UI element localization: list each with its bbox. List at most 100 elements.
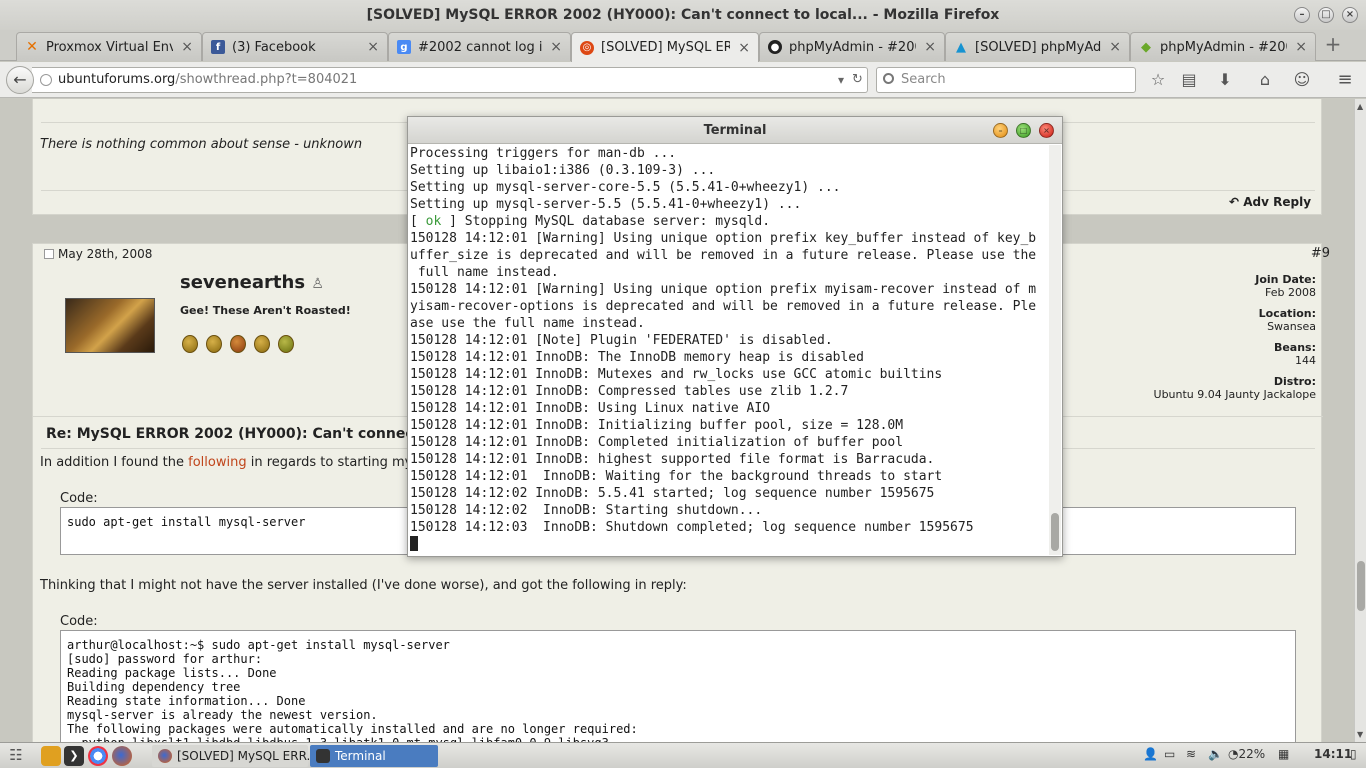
close-tab-icon[interactable]: ×: [367, 39, 379, 55]
scroll-down-icon[interactable]: ▼: [1357, 730, 1363, 739]
close-tab-icon[interactable]: ×: [924, 39, 936, 55]
terminal-scrollbar[interactable]: [1049, 145, 1061, 555]
task-firefox[interactable]: [SOLVED] MySQL ERR...: [152, 745, 318, 767]
reputation-beans: [182, 335, 294, 353]
tab-phpmyadmin-sourceforge[interactable]: ◆ phpMyAdmin - #200... ×: [1130, 32, 1316, 61]
tab-label: #2002 cannot log in t...: [418, 39, 543, 55]
terminal-window[interactable]: Terminal – □ × Processing triggers for m…: [407, 116, 1063, 557]
window-titlebar: [SOLVED] MySQL ERROR 2002 (HY000): Can't…: [0, 0, 1366, 30]
terminal-output[interactable]: Processing triggers for man-db ... Setti…: [410, 145, 1048, 555]
distro-label: Distro:: [1273, 375, 1316, 388]
bean-icon: [230, 335, 246, 353]
volume-icon[interactable]: 🔈: [1208, 747, 1223, 761]
reading-list-icon[interactable]: ▤: [1178, 70, 1200, 90]
post-number[interactable]: #9: [1311, 246, 1330, 261]
terminal-cursor: [410, 536, 418, 551]
scroll-up-icon[interactable]: ▲: [1357, 102, 1363, 111]
back-button[interactable]: ←: [6, 66, 34, 94]
user-icon[interactable]: 👤: [1143, 747, 1158, 761]
close-tab-icon[interactable]: ×: [181, 39, 193, 55]
tab-google-search[interactable]: g #2002 cannot log in t... ×: [388, 32, 571, 61]
menu-launcher-icon[interactable]: ☷: [6, 746, 26, 766]
join-date-label: Join Date:: [1255, 273, 1316, 286]
home-icon[interactable]: ⌂: [1254, 70, 1276, 90]
close-tab-icon[interactable]: ×: [1109, 39, 1121, 55]
minimize-window-button[interactable]: –: [1294, 7, 1310, 23]
page-scrollbar[interactable]: ▲ ▼: [1354, 99, 1366, 742]
proxmox-icon: ✕: [26, 39, 38, 55]
terminal-lines: 150128 14:12:01 [Warning] Using unique o…: [410, 231, 1037, 535]
close-tab-icon[interactable]: ×: [1295, 39, 1307, 55]
close-tab-icon[interactable]: ×: [738, 40, 750, 56]
clock[interactable]: 14:11: [1314, 747, 1352, 761]
paragraph-text: In addition I found the: [40, 455, 189, 470]
terminal-text: [: [410, 214, 426, 229]
task-terminal[interactable]: Terminal: [310, 745, 438, 767]
display-icon[interactable]: ▭: [1164, 747, 1175, 761]
close-window-button[interactable]: ×: [1342, 7, 1358, 23]
globe-icon: [40, 74, 52, 86]
search-icon: [883, 73, 894, 84]
avatar[interactable]: [65, 298, 155, 353]
firefox-icon: [158, 749, 172, 763]
chrome-icon[interactable]: [88, 746, 108, 766]
bean-icon: [254, 335, 270, 353]
battery-indicator[interactable]: ◔22%: [1228, 747, 1265, 761]
tab-ubuntu-forums[interactable]: ◎ [SOLVED] MySQL ER... ×: [571, 32, 759, 62]
terminal-titlebar[interactable]: Terminal – □ ×: [408, 117, 1062, 144]
terminal-icon: [316, 749, 330, 763]
taskbar: ☷ ❯ [SOLVED] MySQL ERR... Terminal 👤 ▭ ≋…: [0, 742, 1366, 768]
beans-label: Beans:: [1273, 341, 1316, 354]
adv-reply-label: Adv Reply: [1243, 195, 1312, 209]
tab-label: [SOLVED] MySQL ER...: [601, 40, 731, 55]
tab-bar: ✕ Proxmox Virtual Envi... × f (3) Facebo…: [0, 30, 1366, 62]
arch-icon: ▲: [956, 39, 966, 55]
search-placeholder: Search: [901, 72, 946, 87]
username[interactable]: sevenearths ♙: [180, 272, 324, 293]
show-desktop-icon[interactable]: ▯: [1350, 747, 1357, 761]
tab-label: Proxmox Virtual Envi...: [46, 39, 174, 55]
following-link[interactable]: following: [188, 455, 246, 470]
navigation-toolbar: ubuntuforums.org/showthread.php?t=804021…: [0, 62, 1366, 98]
minimize-terminal-button[interactable]: –: [993, 123, 1008, 138]
task-label: [SOLVED] MySQL ERR...: [177, 749, 318, 763]
terminal-scroll-thumb[interactable]: [1051, 513, 1059, 551]
close-tab-icon[interactable]: ×: [550, 39, 562, 55]
user-status-icon: ♙: [311, 276, 324, 292]
search-input[interactable]: Search: [876, 67, 1136, 93]
location-label: Location:: [1258, 307, 1316, 320]
tab-arch-forums[interactable]: ▲ [SOLVED] phpMyAd... ×: [945, 32, 1130, 61]
terminal-text: ] Stopping MySQL database server: mysqld…: [441, 214, 771, 229]
menu-icon[interactable]: ≡: [1334, 70, 1356, 90]
calendar-icon[interactable]: ▦: [1278, 747, 1289, 761]
terminal-launcher-icon[interactable]: ❯: [64, 746, 84, 766]
new-tab-button[interactable]: +: [1322, 33, 1344, 57]
beans-value: 144: [1295, 354, 1316, 367]
download-icon[interactable]: ⬇: [1214, 70, 1236, 90]
tab-phpmyadmin-github[interactable]: ● phpMyAdmin - #200... ×: [759, 32, 945, 61]
url-bar[interactable]: ubuntuforums.org/showthread.php?t=804021…: [32, 67, 868, 93]
distro-value: Ubuntu 9.04 Jaunty Jackalope: [1153, 388, 1316, 401]
bean-icon: [278, 335, 294, 353]
adv-reply-button[interactable]: ↶ Adv Reply: [1229, 195, 1311, 209]
window-title: [SOLVED] MySQL ERROR 2002 (HY000): Can't…: [366, 7, 1000, 23]
reload-icon[interactable]: ↻: [852, 68, 863, 92]
bean-icon: [182, 335, 198, 353]
tab-facebook[interactable]: f (3) Facebook ×: [202, 32, 388, 61]
maximize-window-button[interactable]: □: [1318, 7, 1334, 23]
select-post-checkbox[interactable]: [44, 249, 54, 259]
tab-proxmox[interactable]: ✕ Proxmox Virtual Envi... ×: [16, 32, 202, 61]
code-block: arthur@localhost:~$ sudo apt-get install…: [60, 630, 1296, 742]
wifi-icon[interactable]: ≋: [1186, 747, 1196, 761]
ubuntu-icon: ◎: [580, 40, 594, 55]
chat-icon[interactable]: ☺: [1291, 70, 1313, 90]
github-icon: ●: [768, 40, 782, 54]
code-label: Code:: [60, 491, 98, 506]
maximize-terminal-button[interactable]: □: [1016, 123, 1031, 138]
dropdown-icon[interactable]: ▾: [838, 68, 844, 92]
scroll-thumb[interactable]: [1357, 561, 1365, 611]
close-terminal-button[interactable]: ×: [1039, 123, 1054, 138]
firefox-launcher-icon[interactable]: [112, 746, 132, 766]
bookmark-star-icon[interactable]: ☆: [1147, 70, 1169, 90]
files-icon[interactable]: [41, 746, 61, 766]
